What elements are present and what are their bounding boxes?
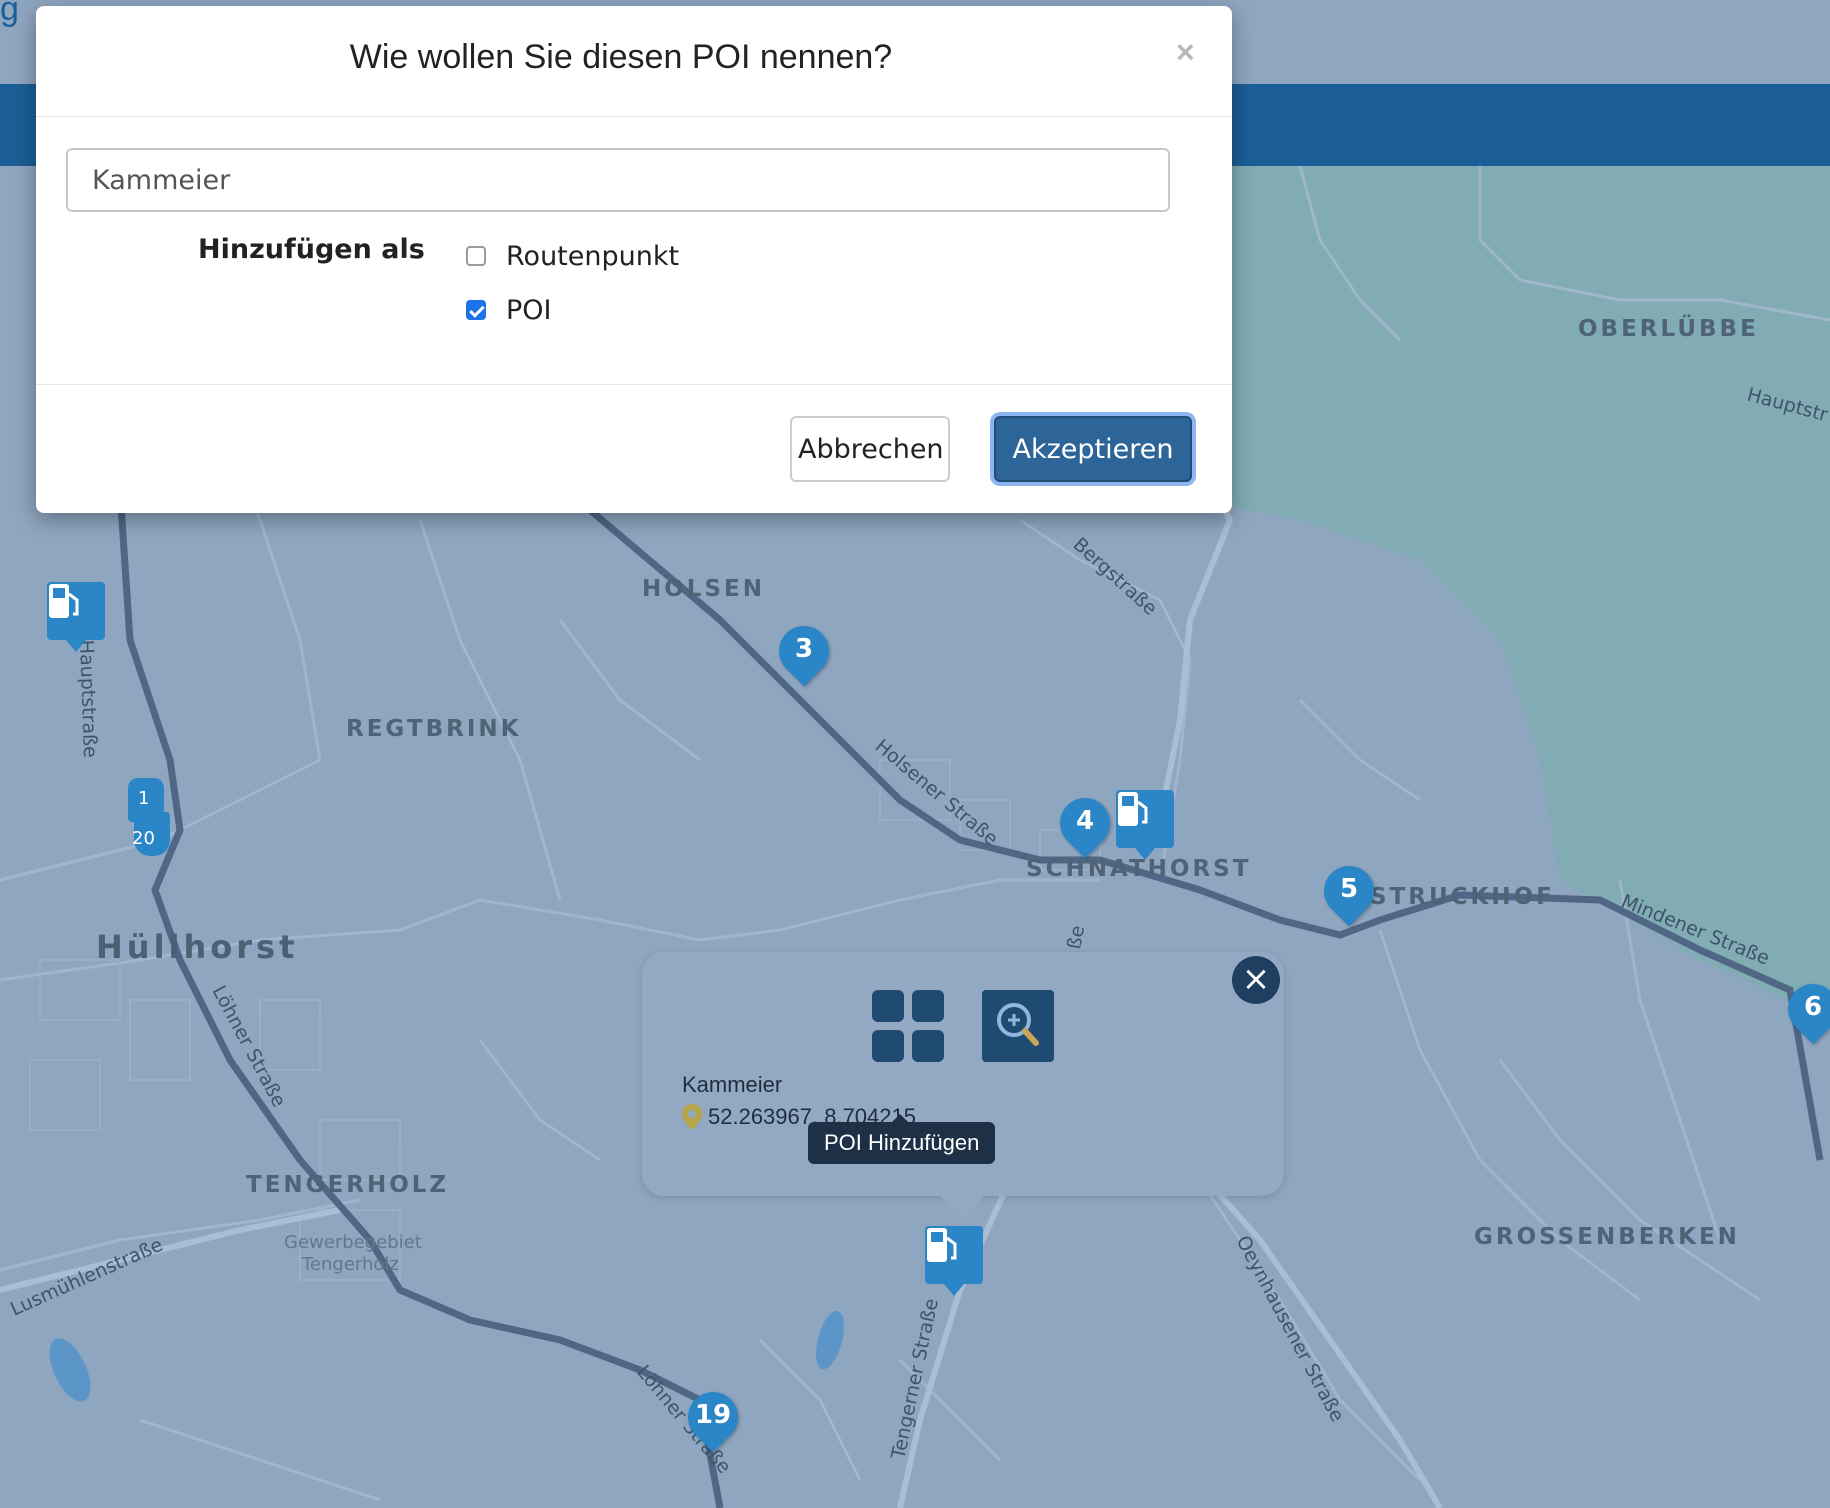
header-logo-fragment: g <box>0 0 19 28</box>
poi-checkbox[interactable] <box>466 300 486 320</box>
accept-button[interactable]: Akzeptieren <box>994 416 1192 482</box>
place-label-struckhof: STRUCKHOF <box>1370 884 1555 910</box>
route-line-west <box>116 489 724 1508</box>
dialog-header: Wie wollen Sie diesen POI nennen? × <box>36 6 1232 117</box>
place-label-grossenberken: GROSSENBERKEN <box>1474 1224 1740 1250</box>
zoom-in-icon <box>997 1003 1039 1046</box>
poi-name-dialog: Wie wollen Sie diesen POI nennen? × Hinz… <box>36 6 1232 513</box>
place-label-oberluebbe: OBERLÜBBE <box>1578 314 1759 342</box>
route-marker-3[interactable]: 3 <box>768 615 840 692</box>
map-pin-icon <box>682 1104 702 1130</box>
route-marker-5[interactable]: 5 <box>1313 855 1385 932</box>
option-poi[interactable]: POI <box>466 290 552 330</box>
marker-number: 6 <box>1803 992 1823 1022</box>
fuel-station-icon[interactable] <box>1116 790 1174 860</box>
option-label: Routenpunkt <box>506 240 680 272</box>
poi-name-input[interactable] <box>66 148 1170 212</box>
place-label-huellhorst: Hüllhorst <box>96 928 298 966</box>
route-marker-19[interactable]: 19 <box>677 1381 749 1458</box>
dialog-title: Wie wollen Sie diesen POI nennen? <box>349 38 893 76</box>
poi-name: Kammeier <box>682 1072 783 1097</box>
place-label-gewerbe-tengerholz: Tengerholz <box>301 1254 399 1275</box>
street-label-lusmuehlen: Lusmühlenstraße <box>7 1234 166 1321</box>
pond <box>816 1310 844 1370</box>
tooltip: POI Hinzufügen <box>808 1114 996 1164</box>
street-label-oeynhausener: Oeynhausener Straße <box>1232 1232 1349 1425</box>
pond <box>49 1338 91 1402</box>
fuel-station-icon[interactable] <box>47 582 105 652</box>
street-label-fragment: ße <box>1063 924 1089 951</box>
cancel-button[interactable]: Abbrechen <box>790 416 950 482</box>
marker-number: 5 <box>1339 874 1359 904</box>
dialog-footer-divider <box>36 384 1232 385</box>
zoom-button[interactable] <box>982 990 1054 1062</box>
marker-number: 20 <box>132 828 155 849</box>
place-label-gewerbegebiet: Gewerbegebiet <box>284 1232 422 1253</box>
place-label-tengerholz: TENGERHOLZ <box>246 1172 449 1198</box>
fuel-station-icon[interactable] <box>925 1226 983 1296</box>
route-marker-6[interactable]: 6 <box>1777 973 1830 1050</box>
start-end-marker[interactable]: 1 20 <box>124 778 174 856</box>
route-marker-4[interactable]: 4 <box>1049 787 1121 864</box>
marker-number: 4 <box>1075 806 1095 836</box>
add-grid-icon <box>872 990 944 1062</box>
road-oeynhausener <box>1177 1148 1443 1508</box>
place-label-holsen: HOLSEN <box>642 576 765 602</box>
close-icon[interactable]: × <box>1232 956 1280 1004</box>
close-icon[interactable]: × <box>1176 34 1195 71</box>
marker-number: 3 <box>794 634 814 664</box>
add-poi-button[interactable] <box>872 990 944 1062</box>
add-as-label: Hinzufügen als <box>198 234 425 265</box>
street-label-bergstrasse: Bergstraße <box>1069 533 1162 619</box>
marker-number: 1 <box>138 788 150 809</box>
marker-number: 19 <box>694 1400 732 1430</box>
place-label-regtbrink: REGTBRINK <box>346 716 521 742</box>
street-label-hauptstrasse: Hauptstraße <box>75 639 101 758</box>
routenpunkt-checkbox[interactable] <box>466 246 486 266</box>
option-routenpunkt[interactable]: Routenpunkt <box>466 236 679 276</box>
option-label: POI <box>506 294 552 326</box>
